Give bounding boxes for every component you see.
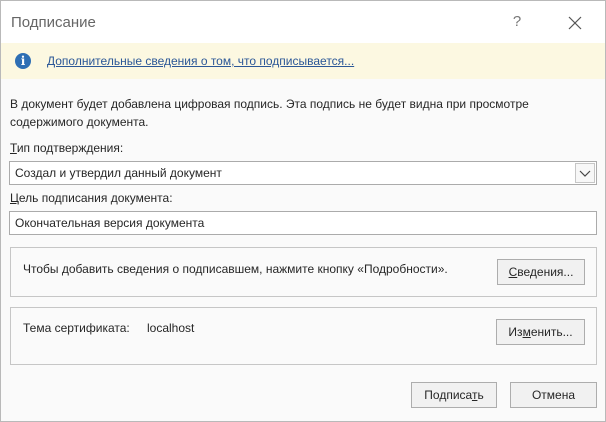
dialog-title: Подписание bbox=[11, 14, 96, 31]
signing-purpose-label: Цель подписания документа: bbox=[10, 191, 173, 205]
info-icon: i bbox=[15, 53, 31, 69]
commitment-type-value: Создал и утвердил данный документ bbox=[15, 166, 222, 180]
signing-dialog: Подписание ? i Дополнительные сведения о… bbox=[0, 0, 606, 422]
certificate-group: Тема сертификата: localhost Изменить... bbox=[10, 307, 597, 365]
commitment-type-label: Тип подтверждения: bbox=[10, 141, 124, 155]
commitment-type-select[interactable]: Создал и утвердил данный документ bbox=[9, 161, 597, 185]
certificate-subject-value: localhost bbox=[147, 321, 195, 335]
sign-button[interactable]: Подписать bbox=[411, 382, 497, 408]
help-button[interactable]: ? bbox=[506, 11, 528, 33]
signing-purpose-input[interactable] bbox=[9, 211, 597, 235]
description-text: В документ будет добавлена цифровая подп… bbox=[10, 97, 529, 129]
more-info-link[interactable]: Дополнительные сведения о том, что подпи… bbox=[47, 54, 354, 68]
info-bar: i Дополнительные сведения о том, что под… bbox=[1, 43, 605, 79]
chevron-down-icon bbox=[579, 170, 591, 177]
signer-info-group: Чтобы добавить сведения о подписавшем, н… bbox=[10, 247, 597, 297]
close-button[interactable] bbox=[563, 11, 587, 35]
change-certificate-button[interactable]: Изменить... bbox=[496, 319, 585, 345]
close-icon bbox=[568, 16, 582, 30]
dropdown-button[interactable] bbox=[575, 163, 595, 183]
certificate-subject-label: Тема сертификата: bbox=[23, 321, 130, 335]
cancel-button[interactable]: Отмена bbox=[510, 382, 597, 408]
details-button[interactable]: Сведения... bbox=[497, 259, 585, 285]
signer-info-text: Чтобы добавить сведения о подписавшем, н… bbox=[23, 262, 448, 276]
title-bar: Подписание ? bbox=[1, 1, 605, 43]
